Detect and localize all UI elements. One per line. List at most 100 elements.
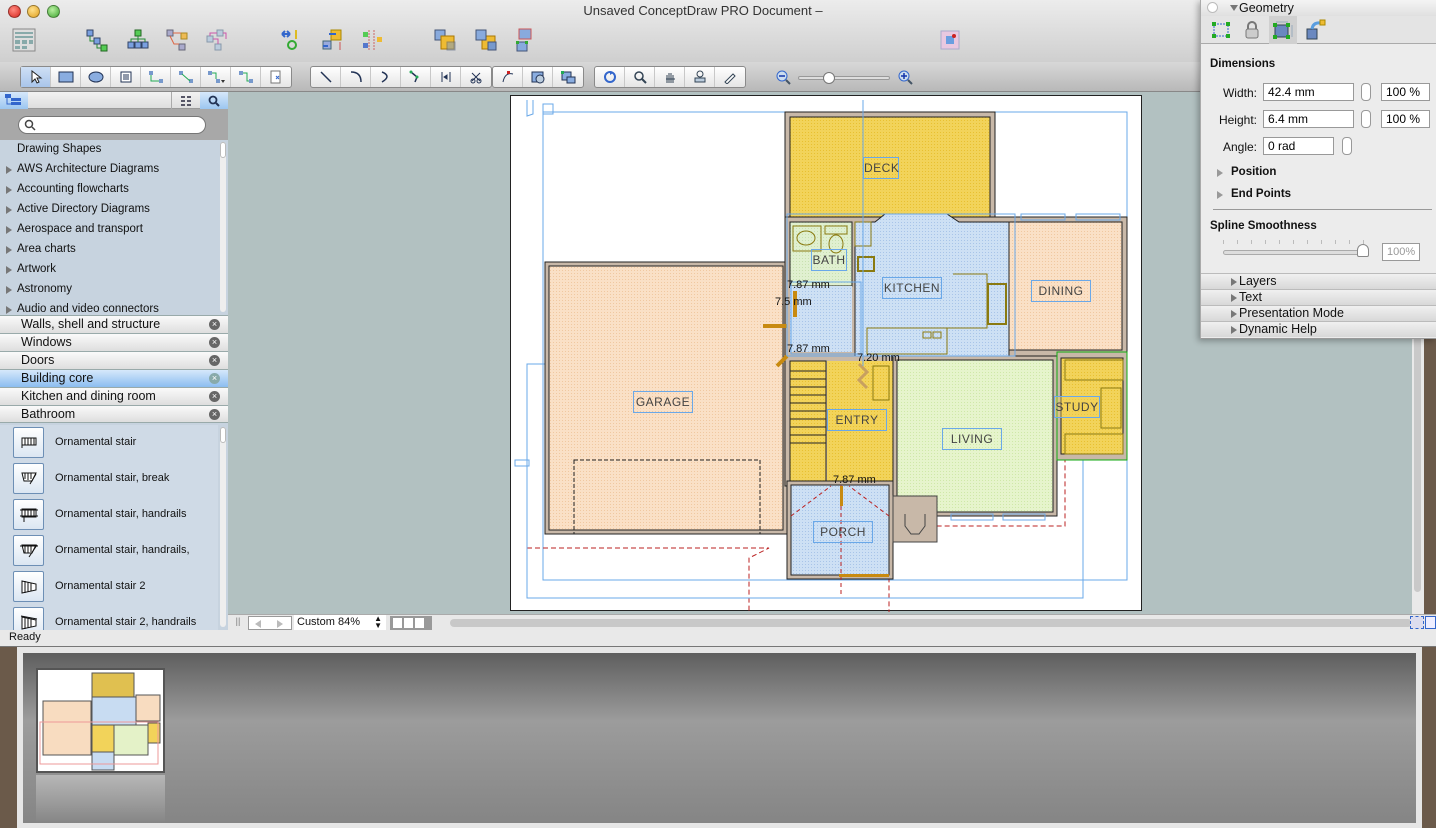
fit-width-icon[interactable]	[1425, 616, 1436, 629]
room-label-garage[interactable]: GARAGE	[633, 391, 693, 413]
height-percent-field[interactable]: 100 %	[1381, 110, 1430, 128]
send-back-icon[interactable]	[474, 28, 498, 52]
tree-layout-icon[interactable]	[85, 28, 109, 52]
prev-page-button[interactable]	[255, 620, 261, 628]
text-tool[interactable]	[111, 67, 141, 87]
zoom-select[interactable]: Custom 84% ▲ ▼	[294, 615, 386, 630]
library-doors[interactable]: Doors ×	[0, 351, 228, 369]
next-page-button[interactable]	[277, 620, 283, 628]
flow-layout-icon[interactable]	[205, 28, 229, 52]
disclosure-triangle-icon[interactable]	[6, 206, 12, 214]
stepper-icon[interactable]: ▲ ▼	[374, 615, 382, 630]
close-library-icon[interactable]: ×	[209, 337, 220, 348]
freehand-tool[interactable]	[461, 67, 491, 87]
size-tab[interactable]	[1269, 16, 1297, 44]
curve-tool[interactable]	[371, 67, 401, 87]
flip-rotate-icon[interactable]	[280, 28, 304, 52]
position-section[interactable]: Position	[1231, 166, 1276, 178]
shape-item[interactable]: Ornamental stair, handrails	[0, 497, 218, 533]
disclosure-triangle-icon[interactable]	[6, 306, 12, 314]
tree-item[interactable]: Active Directory Diagrams	[0, 200, 218, 220]
pause-button[interactable]: ||	[230, 616, 246, 630]
panel-close-button[interactable]	[1207, 2, 1218, 13]
direct-connector-tool[interactable]	[171, 67, 201, 87]
room-label-bath[interactable]: BATH	[811, 249, 847, 271]
tree-scrollbar[interactable]	[220, 142, 226, 312]
angle-stepper[interactable]	[1342, 137, 1352, 155]
room-label-dining[interactable]: DINING	[1031, 280, 1091, 302]
angle-field[interactable]: 0 rad	[1263, 137, 1334, 155]
connector-tool[interactable]	[141, 67, 171, 87]
tree-item[interactable]: Drawing Shapes	[0, 140, 218, 160]
endpoints-section[interactable]: End Points	[1231, 188, 1291, 200]
zoom-out-icon[interactable]	[775, 69, 791, 85]
room-label-kitchen[interactable]: KITCHEN	[882, 277, 942, 299]
shape-item[interactable]: Ornamental stair 2	[0, 569, 218, 605]
bezier-tool[interactable]	[431, 67, 461, 87]
room-label-porch[interactable]: PORCH	[813, 521, 873, 543]
lock-icon[interactable]	[1244, 21, 1260, 39]
room-label-living[interactable]: LIVING	[942, 428, 1002, 450]
line-tool[interactable]	[311, 67, 341, 87]
spline-slider-knob[interactable]	[1357, 244, 1369, 257]
horizontal-scrollbar[interactable]	[450, 619, 1412, 627]
close-library-icon[interactable]: ×	[209, 319, 220, 330]
fireplace[interactable]	[892, 495, 938, 543]
section-dynamic-help[interactable]: Dynamic Help	[1201, 321, 1436, 337]
rectangle-tool[interactable]	[51, 67, 81, 87]
tree-item[interactable]: Area charts	[0, 240, 218, 260]
tree-item[interactable]: Aerospace and transport	[0, 220, 218, 240]
bring-front-icon[interactable]	[433, 28, 457, 52]
cluster-layout-icon[interactable]	[165, 28, 189, 52]
pointer-tool[interactable]	[21, 67, 51, 87]
section-presentation-mode[interactable]: Presentation Mode	[1201, 305, 1436, 321]
height-stepper[interactable]	[1361, 110, 1371, 128]
shape-group-tool[interactable]	[553, 67, 583, 87]
tree-item[interactable]: Audio and video connectors	[0, 300, 218, 314]
room-label-entry[interactable]: ENTRY	[827, 409, 887, 431]
section-layers[interactable]: Layers	[1201, 273, 1436, 289]
page-view-buttons[interactable]	[390, 616, 432, 630]
endpoints-disclosure-icon[interactable]	[1217, 191, 1223, 199]
shape-rotate-tool[interactable]	[523, 67, 553, 87]
close-library-icon[interactable]: ×	[209, 409, 220, 420]
page-setup-icon[interactable]	[940, 30, 960, 50]
library-bathroom[interactable]: Bathroom ×	[0, 405, 228, 423]
zoom-tool[interactable]	[625, 67, 655, 87]
tree-item[interactable]: Astronomy	[0, 280, 218, 300]
smart-connector-tool[interactable]	[201, 67, 231, 87]
page-thumbnail[interactable]	[36, 668, 165, 773]
ellipse-tool[interactable]	[81, 67, 111, 87]
zoom-slider-knob[interactable]	[823, 72, 835, 84]
disclosure-triangle-icon[interactable]	[6, 226, 12, 234]
search-view-button[interactable]	[200, 92, 228, 109]
hand-tool[interactable]	[655, 67, 685, 87]
zoom-in-icon[interactable]	[897, 69, 913, 85]
eyedropper-tool[interactable]	[715, 67, 745, 87]
collapse-triangle-icon[interactable]	[1230, 5, 1238, 11]
height-field[interactable]: 6.4 mm	[1263, 110, 1354, 128]
room-label-study[interactable]: STUDY	[1054, 396, 1100, 418]
width-field[interactable]: 42.4 mm	[1263, 83, 1354, 101]
align-icon[interactable]	[320, 28, 344, 52]
disclosure-triangle-icon[interactable]	[6, 246, 12, 254]
edit-points-tool[interactable]	[493, 67, 523, 87]
disclosure-triangle-icon[interactable]	[6, 166, 12, 174]
library-building-core[interactable]: Building core ×	[0, 369, 228, 387]
width-stepper[interactable]	[1361, 83, 1371, 101]
grid-library-icon[interactable]	[12, 28, 36, 52]
library-kitchen-dining[interactable]: Kitchen and dining room ×	[0, 387, 228, 405]
disclosure-triangle-icon[interactable]	[6, 266, 12, 274]
section-text[interactable]: Text	[1201, 289, 1436, 305]
close-library-icon[interactable]: ×	[209, 373, 220, 384]
position-disclosure-icon[interactable]	[1217, 169, 1223, 177]
group-icon[interactable]	[513, 28, 537, 52]
hierarchy-layout-icon[interactable]	[126, 28, 150, 52]
tree-item[interactable]: Artwork	[0, 260, 218, 280]
geometry-panel-header[interactable]: Geometry	[1201, 0, 1436, 16]
close-library-icon[interactable]: ×	[209, 391, 220, 402]
close-library-icon[interactable]: ×	[209, 355, 220, 366]
shape-item[interactable]: Ornamental stair, break	[0, 461, 218, 497]
spline-slider[interactable]	[1223, 244, 1369, 257]
tree-item[interactable]: AWS Architecture Diagrams	[0, 160, 218, 180]
